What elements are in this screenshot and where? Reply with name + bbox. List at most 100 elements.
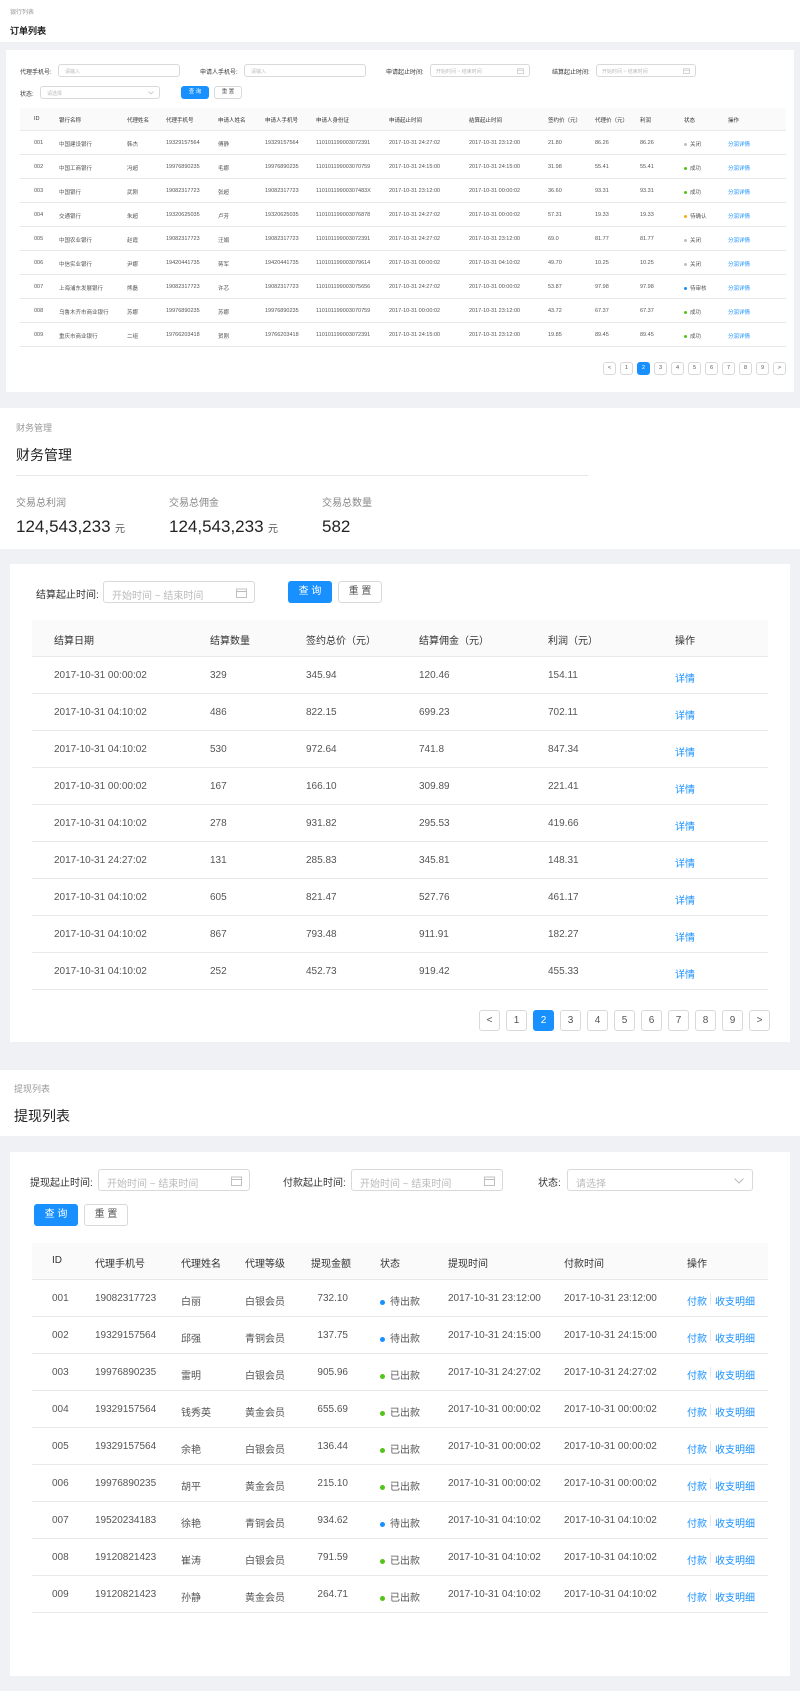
ledger-detail-link[interactable]: 收支明细 (715, 1404, 755, 1419)
table-cell: 001 (34, 140, 44, 146)
status-badge: 已出款 (380, 1478, 420, 1493)
query-button[interactable]: 查 询 (34, 1204, 78, 1226)
settle-time-range-input[interactable]: 开始时间 ~ 结束时间 (596, 64, 696, 77)
profit-detail-link[interactable]: 分润详情 (728, 212, 750, 220)
breadcrumb[interactable]: 银行列表 (10, 7, 34, 16)
col-header: 代理姓名 (181, 1259, 221, 1270)
profit-detail-link[interactable]: 分润详情 (728, 284, 750, 292)
page-button[interactable]: 3 (654, 362, 667, 375)
prev-page-button[interactable]: < (479, 1010, 500, 1031)
page-button[interactable]: 4 (671, 362, 684, 375)
detail-link[interactable]: 详情 (675, 707, 695, 722)
page-button[interactable]: 6 (705, 362, 718, 375)
breadcrumb[interactable]: 财务管理 (16, 421, 52, 434)
detail-link[interactable]: 详情 (675, 670, 695, 685)
table-row: 2017-10-31 04:10:02 252 452.73 919.42 455.33… (32, 953, 768, 990)
detail-link[interactable]: 详情 (675, 966, 695, 981)
profit-detail-link[interactable]: 分润详情 (728, 236, 750, 244)
pay-link[interactable]: 付款 (687, 1367, 707, 1382)
applicant-phone-placeholder: 请输入 (251, 69, 267, 75)
page-button[interactable]: 3 (560, 1010, 581, 1031)
page-button[interactable]: 9 (756, 362, 769, 375)
table-cell: 93.31 (595, 188, 609, 194)
ledger-detail-link[interactable]: 收支明细 (715, 1589, 755, 1604)
pay-link[interactable]: 付款 (687, 1404, 707, 1419)
ledger-detail-link[interactable]: 收支明细 (715, 1367, 755, 1382)
ledger-detail-link[interactable]: 收支明细 (715, 1441, 755, 1456)
detail-link[interactable]: 详情 (675, 744, 695, 759)
profit-detail-link[interactable]: 分润详情 (728, 164, 750, 172)
detail-link[interactable]: 详情 (675, 818, 695, 833)
page-button[interactable]: 7 (668, 1010, 689, 1031)
status-select[interactable]: 请选择 (567, 1169, 753, 1191)
table-cell: 中信实业银行 (59, 262, 93, 268)
query-button[interactable]: 查 询 (181, 86, 209, 99)
prev-page-button[interactable]: < (603, 362, 616, 375)
detail-link[interactable]: 详情 (675, 892, 695, 907)
agent-phone-input[interactable]: 请输入 (58, 64, 180, 77)
page-button[interactable]: 8 (739, 362, 752, 375)
ledger-detail-link[interactable]: 收支明细 (715, 1552, 755, 1567)
link-divider (710, 1404, 711, 1415)
profit-detail-link[interactable]: 分润详情 (728, 188, 750, 196)
breadcrumb[interactable]: 提现列表 (14, 1082, 50, 1095)
status-select[interactable]: 请选择 (40, 86, 160, 99)
page-button[interactable]: 9 (722, 1010, 743, 1031)
applicant-phone-input[interactable]: 请输入 (244, 64, 366, 77)
profit-detail-link[interactable]: 分润详情 (728, 308, 750, 316)
page-button[interactable]: 1 (506, 1010, 527, 1031)
page-button[interactable]: 5 (688, 362, 701, 375)
detail-link[interactable]: 详情 (675, 929, 695, 944)
pay-link[interactable]: 付款 (687, 1478, 707, 1493)
page-button[interactable]: 1 (620, 362, 633, 375)
settle-time-range-input[interactable]: 开始时间 ~ 结束时间 (103, 581, 255, 603)
page-button[interactable]: 7 (722, 362, 735, 375)
table-row: 003 19976890235 雷明 白银会员 2017-10-31 24:27:02 2… (32, 1354, 768, 1391)
page-button[interactable]: 8 (695, 1010, 716, 1031)
page-button[interactable]: 2 (637, 362, 650, 375)
reset-button[interactable]: 重 置 (338, 581, 382, 603)
table-cell: 110101199003070759 (316, 164, 371, 170)
pay-link[interactable]: 付款 (687, 1330, 707, 1345)
table-cell: 2017-10-31 04:10:02 (54, 892, 147, 903)
table-cell: 2017-10-31 00:00:02 (564, 1478, 657, 1489)
withdraw-time-range-input[interactable]: 开始时间 ~ 结束时间 (98, 1169, 250, 1191)
next-page-button[interactable]: > (749, 1010, 770, 1031)
query-button[interactable]: 查 询 (288, 581, 332, 603)
pay-link[interactable]: 付款 (687, 1515, 707, 1530)
table-row: 005 中国农业银行 赵霞 19082317723 汪娟 19082317723 11010… (20, 227, 786, 251)
table-row: 2017-10-31 04:10:02 867 793.48 911.91 182.27… (32, 916, 768, 953)
pay-link[interactable]: 付款 (687, 1589, 707, 1604)
table-cell: 10.25 (595, 260, 609, 266)
col-header: 操作 (687, 1259, 707, 1270)
ledger-detail-link[interactable]: 收支明细 (715, 1293, 755, 1308)
detail-link[interactable]: 详情 (675, 781, 695, 796)
table-cell: 2017-10-31 04:10:02 (54, 707, 147, 718)
table-cell: 867 (210, 929, 227, 940)
profit-detail-link[interactable]: 分润详情 (728, 140, 750, 148)
table-cell: 19976890235 (166, 308, 200, 314)
pay-link[interactable]: 付款 (687, 1441, 707, 1456)
apply-time-range-input[interactable]: 开始时间 ~ 结束时间 (430, 64, 530, 77)
page-button[interactable]: 6 (641, 1010, 662, 1031)
next-page-button[interactable]: > (773, 362, 786, 375)
stat-label: 交易总佣金 (169, 498, 219, 509)
profit-detail-link[interactable]: 分润详情 (728, 260, 750, 268)
page-button[interactable]: 5 (614, 1010, 635, 1031)
settle-time-placeholder: 开始时间 ~ 结束时间 (602, 69, 648, 75)
pay-link[interactable]: 付款 (687, 1293, 707, 1308)
reset-button[interactable]: 重 置 (214, 86, 242, 99)
pay-link[interactable]: 付款 (687, 1552, 707, 1567)
profit-detail-link[interactable]: 分润详情 (728, 332, 750, 340)
table-cell: 余艳 (181, 1445, 201, 1456)
reset-button[interactable]: 重 置 (84, 1204, 128, 1226)
ledger-detail-link[interactable]: 收支明细 (715, 1515, 755, 1530)
page-button[interactable]: 2 (533, 1010, 554, 1031)
pay-time-range-input[interactable]: 开始时间 ~ 结束时间 (351, 1169, 503, 1191)
calendar-icon (484, 1176, 495, 1186)
ledger-detail-link[interactable]: 收支明细 (715, 1478, 755, 1493)
detail-link[interactable]: 详情 (675, 855, 695, 870)
page-button[interactable]: 4 (587, 1010, 608, 1031)
ledger-detail-link[interactable]: 收支明细 (715, 1330, 755, 1345)
table-cell: 182.27 (548, 929, 579, 940)
